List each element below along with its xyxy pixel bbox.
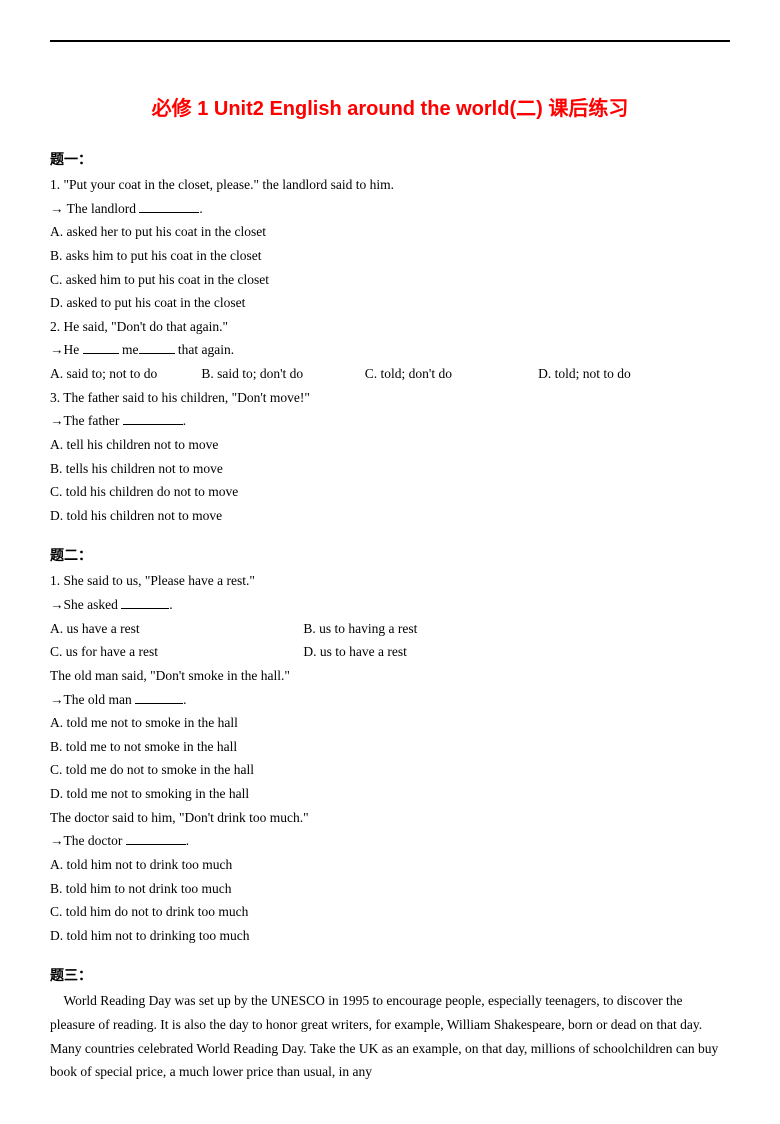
s1-q1-prompt: 1. "Put your coat in the closet, please.… (50, 173, 730, 197)
section-2-label: 题二： (50, 545, 730, 565)
s2-q3-optA: A. told him not to drink too much (50, 853, 730, 877)
optA: A. said to; not to do (50, 362, 198, 386)
s2-q2-optD: D. told me not to smoking in the hall (50, 782, 730, 806)
s2-q2-optB: B. told me to not smoke in the hall (50, 735, 730, 759)
section-3-label: 题三： (50, 965, 730, 985)
arrow-text: →The doctor (50, 833, 126, 848)
s1-q3-arrow: →The father . (50, 409, 730, 433)
optA: A. us have a rest (50, 617, 300, 641)
blank-line (135, 690, 183, 703)
arrow-text-c: that again. (175, 342, 235, 357)
s1-q1-arrow: → The landlord . (50, 197, 730, 221)
s2-q1-options-row2: C. us for have a rest D. us to have a re… (50, 640, 730, 664)
optC: C. told; don't do (365, 362, 535, 386)
s2-q2-prompt: The old man said, "Don't smoke in the ha… (50, 664, 730, 688)
arrow-text-a: →He (50, 342, 83, 357)
s1-q3-optC: C. told his children do not to move (50, 480, 730, 504)
optB: B. us to having a rest (303, 617, 417, 641)
blank-line (139, 341, 175, 354)
arrow-text: →The father (50, 413, 123, 428)
page-content: 必修 1 Unit2 English around the world(二) 课… (50, 0, 730, 1124)
blank-line (126, 832, 186, 845)
blank-line (139, 199, 199, 212)
optC: C. us for have a rest (50, 640, 300, 664)
s1-q2-arrow: →He me that again. (50, 338, 730, 362)
s2-q3-optB: B. told him to not drink too much (50, 877, 730, 901)
arrow-text-b: me (119, 342, 139, 357)
section-1-label: 题一： (50, 149, 730, 169)
s2-q1-prompt: 1. She said to us, "Please have a rest." (50, 569, 730, 593)
s1-q2-prompt: 2. He said, "Don't do that again." (50, 315, 730, 339)
optD: D. told; not to do (538, 362, 631, 386)
s2-q3-prompt: The doctor said to him, "Don't drink too… (50, 806, 730, 830)
s3-p2: Many countries celebrated World Reading … (50, 1037, 730, 1084)
arrow-text: →The old man (50, 692, 135, 707)
s1-q1-optD: D. asked to put his coat in the closet (50, 291, 730, 315)
optB: B. said to; don't do (201, 362, 361, 386)
s2-q2-optC: C. told me do not to smoke in the hall (50, 758, 730, 782)
s1-q3-optA: A. tell his children not to move (50, 433, 730, 457)
blank-line (83, 341, 119, 354)
s3-p1: World Reading Day was set up by the UNES… (50, 989, 730, 1036)
optD: D. us to have a rest (303, 640, 406, 664)
document-title: 必修 1 Unit2 English around the world(二) 课… (50, 92, 730, 121)
s1-q3-optD: D. told his children not to move (50, 504, 730, 528)
s1-q1-optB: B. asks him to put his coat in the close… (50, 244, 730, 268)
s2-q1-arrow: →She asked . (50, 593, 730, 617)
s2-q2-arrow: →The old man . (50, 688, 730, 712)
s2-q3-optC: C. told him do not to drink too much (50, 900, 730, 924)
s2-q2-optA: A. told me not to smoke in the hall (50, 711, 730, 735)
s1-q1-optC: C. asked him to put his coat in the clos… (50, 268, 730, 292)
s1-q1-optA: A. asked her to put his coat in the clos… (50, 220, 730, 244)
s1-q2-options: A. said to; not to do B. said to; don't … (50, 362, 730, 386)
s2-q3-optD: D. told him not to drinking too much (50, 924, 730, 948)
arrow-text: →She asked (50, 597, 121, 612)
s2-q3-arrow: →The doctor . (50, 829, 730, 853)
s1-q3-optB: B. tells his children not to move (50, 457, 730, 481)
arrow-text: → The landlord (50, 201, 139, 216)
top-rule (50, 40, 730, 42)
blank-line (123, 412, 183, 425)
s2-q1-options-row1: A. us have a rest B. us to having a rest (50, 617, 730, 641)
s1-q3-prompt: 3. The father said to his children, "Don… (50, 386, 730, 410)
blank-line (121, 596, 169, 609)
